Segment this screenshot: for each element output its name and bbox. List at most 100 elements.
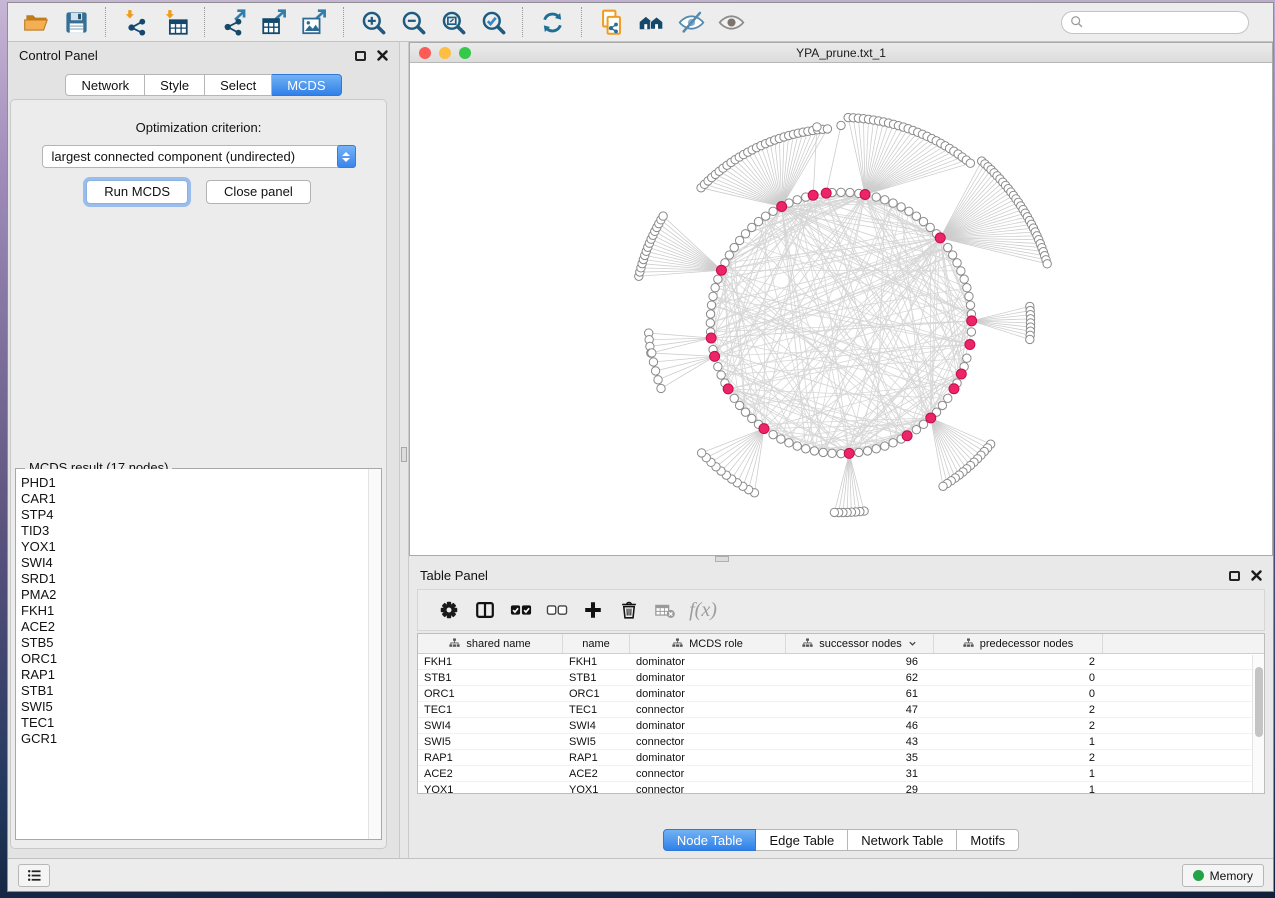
select-all-columns-button[interactable] [503, 594, 539, 626]
table-scrollbar[interactable] [1252, 655, 1264, 793]
mcds-result-item[interactable]: ORC1 [21, 651, 381, 667]
cell-successor-nodes[interactable]: 43 [786, 734, 934, 749]
cell-predecessor-nodes[interactable]: 1 [934, 782, 1103, 794]
cell-successor-nodes[interactable]: 61 [786, 686, 934, 701]
cell-name[interactable]: RAP1 [563, 750, 630, 765]
cell-successor-nodes[interactable]: 31 [786, 766, 934, 781]
mcds-result-item[interactable]: GCR1 [21, 731, 381, 747]
cell-MCDS-role[interactable]: connector [630, 734, 786, 749]
cell-successor-nodes[interactable]: 62 [786, 670, 934, 685]
cell-shared-name[interactable]: RAP1 [418, 750, 563, 765]
tab-style[interactable]: Style [145, 74, 205, 96]
column-header-predecessor-nodes[interactable]: predecessor nodes [934, 634, 1103, 653]
cell-predecessor-nodes[interactable]: 1 [934, 734, 1103, 749]
cell-successor-nodes[interactable]: 35 [786, 750, 934, 765]
zoom-fit-button[interactable] [433, 6, 473, 38]
cell-MCDS-role[interactable]: dominator [630, 686, 786, 701]
cell-shared-name[interactable]: SWI4 [418, 718, 563, 733]
tab-node-table[interactable]: Node Table [663, 829, 757, 851]
cell-MCDS-role[interactable]: dominator [630, 654, 786, 669]
cell-successor-nodes[interactable]: 96 [786, 654, 934, 669]
open-session-button[interactable] [16, 6, 56, 38]
run-mcds-button[interactable]: Run MCDS [86, 180, 188, 204]
first-neighbors-button[interactable] [631, 6, 671, 38]
close-table-panel-icon[interactable] [1251, 570, 1262, 581]
network-canvas[interactable] [410, 63, 1272, 555]
mcds-result-item[interactable]: ACE2 [21, 619, 381, 635]
cell-name[interactable]: FKH1 [563, 654, 630, 669]
cell-predecessor-nodes[interactable]: 0 [934, 670, 1103, 685]
combo-stepper-icon[interactable] [337, 145, 356, 168]
mcds-result-item[interactable]: RAP1 [21, 667, 381, 683]
cell-MCDS-role[interactable]: dominator [630, 718, 786, 733]
tab-network[interactable]: Network [65, 74, 145, 96]
export-table-button[interactable] [254, 6, 294, 38]
cell-MCDS-role[interactable]: connector [630, 766, 786, 781]
cell-MCDS-role[interactable]: connector [630, 782, 786, 794]
cell-shared-name[interactable]: FKH1 [418, 654, 563, 669]
table-settings-button[interactable] [431, 594, 467, 626]
import-network-button[interactable] [115, 6, 155, 38]
export-image-button[interactable] [294, 6, 334, 38]
cell-name[interactable]: YOX1 [563, 782, 630, 794]
show-columns-button[interactable] [467, 594, 503, 626]
hide-selected-button[interactable] [671, 6, 711, 38]
zoom-selected-button[interactable] [473, 6, 513, 38]
mcds-result-item[interactable]: STB5 [21, 635, 381, 651]
window-close-light[interactable] [419, 47, 431, 59]
mcds-result-item[interactable]: SWI5 [21, 699, 381, 715]
cell-shared-name[interactable]: ACE2 [418, 766, 563, 781]
refresh-layout-button[interactable] [532, 6, 572, 38]
cell-successor-nodes[interactable]: 47 [786, 702, 934, 717]
table-row[interactable]: FKH1FKH1dominator962 [418, 654, 1264, 670]
tab-edge-table[interactable]: Edge Table [756, 829, 848, 851]
float-table-panel-icon[interactable] [1229, 571, 1240, 581]
cell-name[interactable]: ORC1 [563, 686, 630, 701]
mcds-result-item[interactable]: TEC1 [21, 715, 381, 731]
mcds-result-item[interactable]: SWI4 [21, 555, 381, 571]
column-header-shared-name[interactable]: shared name [418, 634, 563, 653]
table-row[interactable]: TEC1TEC1connector472 [418, 702, 1264, 718]
close-panel-button[interactable]: Close panel [206, 180, 311, 204]
deselect-all-columns-button[interactable] [539, 594, 575, 626]
cell-predecessor-nodes[interactable]: 2 [934, 702, 1103, 717]
memory-button[interactable]: Memory [1182, 864, 1264, 887]
vertical-splitter[interactable] [399, 42, 409, 858]
table-row[interactable]: ORC1ORC1dominator610 [418, 686, 1264, 702]
export-network-button[interactable] [214, 6, 254, 38]
mcds-result-item[interactable]: STP4 [21, 507, 381, 523]
table-row[interactable]: ACE2ACE2connector311 [418, 766, 1264, 782]
cell-predecessor-nodes[interactable]: 1 [934, 766, 1103, 781]
cell-predecessor-nodes[interactable]: 2 [934, 654, 1103, 669]
network-window-titlebar[interactable]: YPA_prune.txt_1 [410, 43, 1272, 63]
import-table-button[interactable] [155, 6, 195, 38]
tab-mcds[interactable]: MCDS [272, 74, 341, 96]
table-row[interactable]: SWI5SWI5connector431 [418, 734, 1264, 750]
cell-shared-name[interactable]: YOX1 [418, 782, 563, 794]
window-minimize-light[interactable] [439, 47, 451, 59]
tab-network-table[interactable]: Network Table [848, 829, 957, 851]
close-panel-icon[interactable] [377, 50, 388, 61]
optimization-criterion-select[interactable]: largest connected component (undirected) [42, 145, 356, 168]
cell-name[interactable]: SWI5 [563, 734, 630, 749]
splitter-handle[interactable] [401, 447, 407, 462]
column-header-successor-nodes[interactable]: successor nodes [786, 634, 934, 653]
show-all-button[interactable] [711, 6, 751, 38]
mcds-result-item[interactable]: YOX1 [21, 539, 381, 555]
mcds-result-item[interactable]: PMA2 [21, 587, 381, 603]
table-row[interactable]: YOX1YOX1connector291 [418, 782, 1264, 794]
column-header-MCDS-role[interactable]: MCDS role [630, 634, 786, 653]
cell-shared-name[interactable]: STB1 [418, 670, 563, 685]
cell-name[interactable]: TEC1 [563, 702, 630, 717]
cell-predecessor-nodes[interactable]: 2 [934, 718, 1103, 733]
window-maximize-light[interactable] [459, 47, 471, 59]
mcds-result-item[interactable]: TID3 [21, 523, 381, 539]
cell-MCDS-role[interactable]: dominator [630, 670, 786, 685]
cell-name[interactable]: SWI4 [563, 718, 630, 733]
cell-successor-nodes[interactable]: 46 [786, 718, 934, 733]
mcds-result-item[interactable]: CAR1 [21, 491, 381, 507]
cell-predecessor-nodes[interactable]: 0 [934, 686, 1103, 701]
mcds-result-item[interactable]: FKH1 [21, 603, 381, 619]
table-row[interactable]: STB1STB1dominator620 [418, 670, 1264, 686]
cell-predecessor-nodes[interactable]: 2 [934, 750, 1103, 765]
